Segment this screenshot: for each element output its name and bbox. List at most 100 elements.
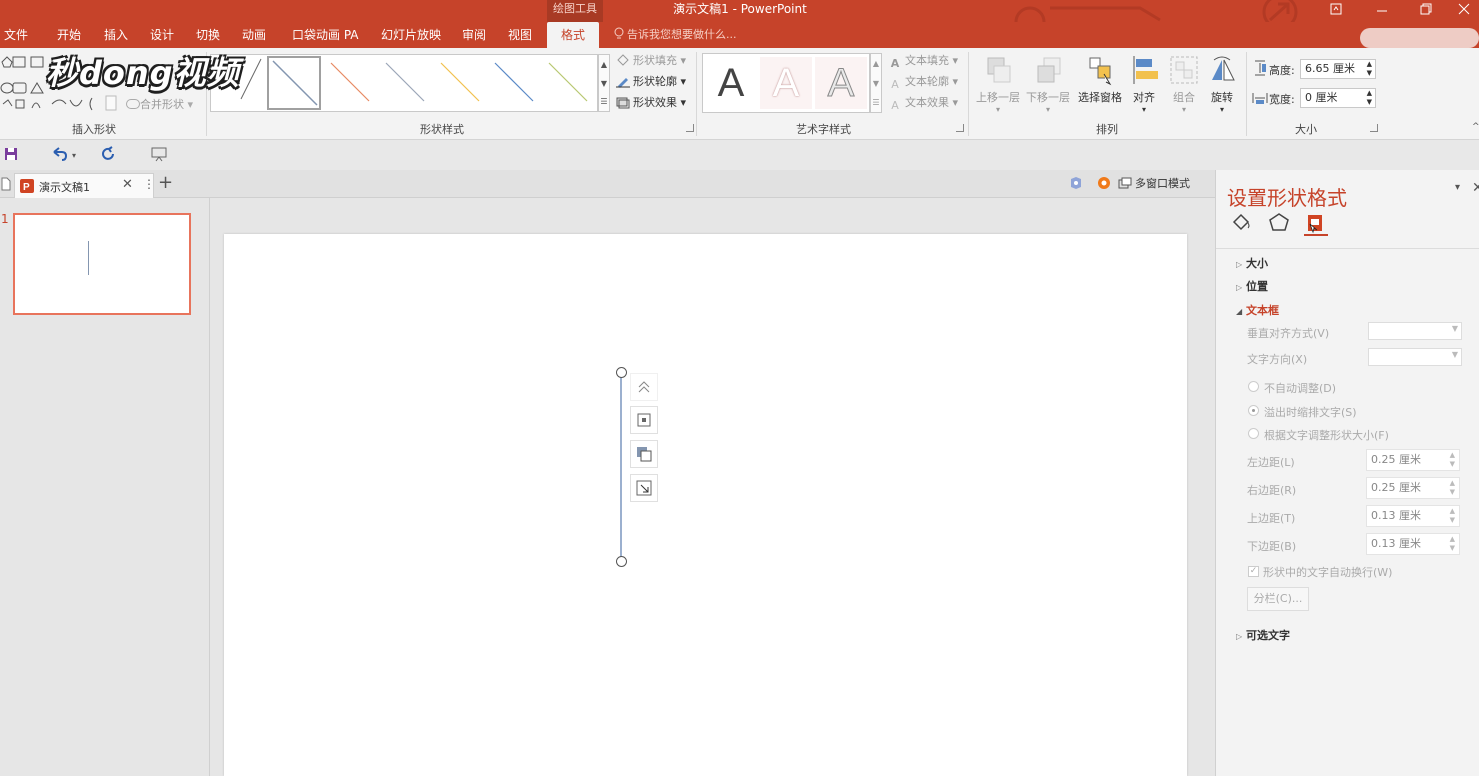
start-slideshow-button[interactable] (150, 146, 168, 164)
section-position[interactable]: ▷ 位置 (1236, 278, 1268, 294)
shape-styles-launcher-icon[interactable] (686, 124, 694, 132)
text-fill-button[interactable]: A 文本填充 ▾ (888, 51, 958, 71)
ribbon-display-options-button[interactable] (1314, 0, 1358, 22)
text-outline-button[interactable]: A 文本轮廓 ▾ (888, 72, 958, 92)
redo-button[interactable] (100, 146, 118, 164)
shape-fill-button[interactable]: 形状填充 ▾ (616, 51, 686, 71)
title-decoration-icon (1014, 0, 1298, 22)
scroll-up-icon[interactable]: ▲ (871, 54, 881, 74)
size-properties-tab[interactable] (1304, 212, 1328, 236)
tab-format[interactable]: 格式 (547, 22, 600, 48)
undo-icon: ▾ (53, 147, 76, 161)
bottom-margin-input[interactable]: 0.13 厘米 ▲ ▼ (1366, 533, 1460, 555)
shape-style-tool-button[interactable] (630, 440, 658, 468)
tab-view[interactable]: 视图 (508, 22, 532, 48)
autofit-shrink-radio[interactable] (1248, 405, 1259, 416)
restore-button[interactable] (1404, 0, 1448, 22)
tab-file[interactable]: 文件 (4, 22, 28, 48)
align-button[interactable]: 对齐 ▾ (1124, 52, 1164, 118)
double-chevron-up-icon (638, 381, 650, 393)
columns-button[interactable]: 分栏(C)... (1247, 587, 1309, 611)
tab-review[interactable]: 审阅 (462, 22, 486, 48)
selection-pane-button[interactable]: 选择窗格 (1074, 52, 1126, 118)
collapse-ribbon-icon[interactable]: ^ (1472, 122, 1479, 132)
crop-tool-button[interactable] (630, 474, 658, 502)
text-direction-dropdown[interactable]: ▼ (1368, 348, 1462, 366)
new-tab-icon[interactable]: + (158, 172, 173, 194)
bring-forward-button[interactable]: 上移一层 ▾ (973, 52, 1023, 118)
tab-menu-icon[interactable]: ⋮ (143, 177, 155, 191)
wordart-style-3[interactable]: A (815, 57, 867, 109)
rotate-label: 旋转 (1211, 91, 1233, 104)
top-margin-input[interactable]: 0.13 厘米 ▲ ▼ (1366, 505, 1460, 527)
autofit-shrink-label: 溢出时缩排文字(S) (1264, 406, 1357, 419)
width-input[interactable]: 0 厘米 ▲ ▼ (1300, 88, 1376, 108)
text-effects-button[interactable]: A 文本效果 ▾ (888, 93, 958, 113)
gallery-expand-icon[interactable]: ☰ (871, 94, 881, 112)
gallery-expand-icon[interactable]: ☰ (599, 93, 609, 111)
height-input[interactable]: 6.65 厘米 ▲ ▼ (1300, 59, 1376, 79)
tell-me-search[interactable]: 告诉我您想要做什么... (614, 22, 737, 48)
group-icon (1168, 54, 1200, 86)
wordart-launcher-icon[interactable] (956, 124, 964, 132)
multi-window-button[interactable]: 多窗口模式 (1118, 172, 1190, 196)
tab-design[interactable]: 设计 (150, 22, 174, 48)
slide-thumbnail[interactable] (13, 213, 191, 315)
settings-button[interactable] (1096, 175, 1112, 194)
line-start-handle[interactable] (616, 367, 627, 378)
effects-tab[interactable] (1268, 212, 1292, 234)
scroll-up-icon[interactable]: ▲ (599, 55, 609, 74)
close-window-button[interactable] (1448, 0, 1479, 22)
right-margin-input[interactable]: 0.25 厘米 ▲ ▼ (1366, 477, 1460, 499)
fill-line-tab[interactable] (1230, 212, 1254, 234)
collapse-tools-button[interactable] (630, 373, 658, 401)
vertical-align-dropdown[interactable]: ▼ (1368, 322, 1462, 340)
tab-slideshow[interactable]: 幻灯片放映 (381, 22, 441, 48)
left-margin-input[interactable]: 0.25 厘米 ▲ ▼ (1366, 449, 1460, 471)
send-backward-icon (1032, 54, 1064, 86)
section-alt-text-label: 可选文字 (1246, 629, 1290, 642)
scroll-down-icon[interactable]: ▼ (871, 74, 881, 94)
line-end-handle[interactable] (616, 556, 627, 567)
layout-options-button[interactable] (630, 406, 658, 434)
tab-animations[interactable]: 动画 (242, 22, 266, 48)
window-title: 演示文稿1 - PowerPoint (673, 2, 807, 16)
save-button[interactable] (3, 146, 21, 164)
tab-home[interactable]: 开始 (57, 22, 81, 48)
shape-outline-button[interactable]: 形状轮廓 ▾ (616, 72, 686, 92)
wordart-style-1[interactable]: A (705, 57, 757, 109)
send-backward-button[interactable]: 下移一层 ▾ (1023, 52, 1073, 118)
line-shape[interactable] (620, 374, 622, 562)
selection-pane-icon (1084, 54, 1116, 86)
section-alt-text[interactable]: ▷ 可选文字 (1236, 627, 1290, 643)
wordart-gallery-scrollbar[interactable]: ▲ ▼ ☰ (870, 53, 882, 113)
rotate-button[interactable]: 旋转 ▾ (1200, 52, 1244, 118)
close-pane-icon[interactable]: ✕ (1472, 180, 1479, 196)
bottom-margin-label: 下边距(B) (1247, 540, 1297, 553)
size-launcher-icon[interactable] (1370, 124, 1378, 132)
section-textbox[interactable]: ◢ 文本框 (1236, 302, 1279, 318)
wrap-text-checkbox[interactable]: ✓ (1248, 566, 1259, 577)
shape-styles-gallery[interactable] (210, 54, 598, 112)
wordart-styles-gallery[interactable]: A A A (702, 53, 870, 113)
close-tab-icon[interactable]: ✕ (122, 177, 133, 192)
plugin-icon[interactable] (1068, 175, 1084, 194)
tab-transitions[interactable]: 切换 (196, 22, 220, 48)
tab-pocket-animation[interactable]: 口袋动画 PA (292, 22, 359, 48)
minimize-button[interactable] (1360, 0, 1404, 22)
scroll-down-icon[interactable]: ▼ (599, 74, 609, 93)
slide-canvas[interactable] (224, 234, 1187, 776)
gallery-scrollbar[interactable]: ▲ ▼ ☰ (598, 54, 610, 112)
document-tab[interactable]: P 演示文稿1 ✕ ⋮ (14, 173, 155, 198)
wordart-style-2[interactable]: A (760, 57, 812, 109)
autofit-none-radio[interactable] (1248, 381, 1259, 392)
merge-shapes-button[interactable]: 合并形状 ▾ (126, 96, 193, 112)
section-size[interactable]: ▷ 大小 (1236, 255, 1268, 271)
undo-button[interactable]: ▾ (50, 146, 80, 164)
autofit-resize-radio[interactable] (1248, 428, 1259, 439)
tab-insert[interactable]: 插入 (104, 22, 128, 48)
shape-effects-button[interactable]: 形状效果 ▾ (616, 93, 686, 113)
pane-options-icon[interactable]: ▾ (1455, 182, 1460, 193)
ribbon-tab-bar: 文件 开始 插入 设计 切换 动画 口袋动画 PA 幻灯片放映 审阅 视图 格式… (0, 22, 1479, 48)
height-icon (1255, 60, 1266, 76)
